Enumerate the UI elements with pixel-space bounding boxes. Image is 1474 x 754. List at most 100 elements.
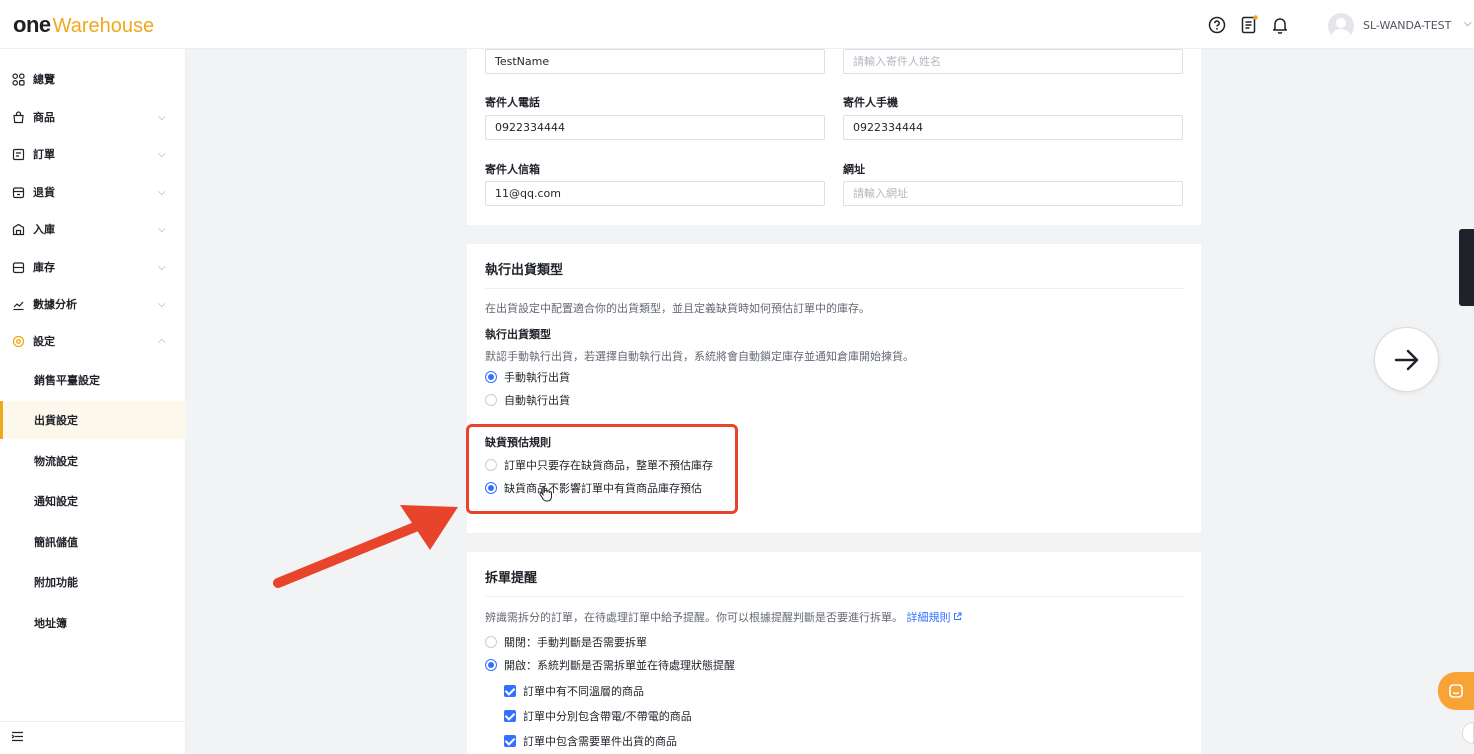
return-icon: [11, 185, 25, 199]
sender-phone-input[interactable]: 0922334444: [485, 115, 825, 140]
sidebar-subitem-label: 物流設定: [34, 455, 78, 468]
sidebar-subitem-logistics[interactable]: 物流設定: [0, 442, 186, 480]
sidebar-footer: [0, 721, 186, 754]
sidebar-item-orders[interactable]: 訂單 ⌵: [0, 136, 186, 172]
sender-email-input[interactable]: 11@qq.com: [485, 181, 825, 206]
hand-cursor-icon: [539, 486, 552, 502]
sidebar-item-products[interactable]: 商品 ⌵: [0, 99, 186, 135]
side-feedback-tab[interactable]: [1459, 229, 1474, 306]
sidebar-subitem-label: 通知設定: [34, 495, 78, 508]
website-input[interactable]: 請輸入網址: [843, 181, 1183, 206]
analytics-icon: [11, 297, 25, 311]
radio-split-off[interactable]: 關閉：手動判斷是否需要拆單: [485, 634, 647, 650]
radio-manual-shipping[interactable]: 手動執行出貨: [485, 369, 570, 385]
checkbox-temperature-zone[interactable]: 訂單中有不同溫層的商品: [504, 683, 644, 699]
chevron-up-icon: ⌵: [158, 335, 166, 347]
card-divider: [485, 596, 1183, 597]
sidebar-subitem-label: 銷售平臺設定: [34, 374, 100, 387]
sidebar-item-label: 訂單: [33, 148, 55, 161]
bell-icon[interactable]: [1270, 15, 1290, 35]
rules-link[interactable]: 詳細規則: [907, 611, 951, 624]
inbound-icon: [11, 222, 25, 236]
sidebar-subitem-shipping-settings[interactable]: 出貨設定: [0, 401, 186, 439]
sidebar-item-label: 設定: [33, 335, 55, 348]
sidebar-subitem-address-book[interactable]: 地址簿: [0, 604, 186, 642]
sidebar-subitem-sales-platform[interactable]: 銷售平臺設定: [0, 361, 186, 399]
chevron-down-icon: ⌵: [158, 223, 166, 235]
inventory-icon: [11, 260, 25, 274]
radio-label: 關閉：手動判斷是否需要拆單: [504, 636, 647, 649]
radio-label: 自動執行出貨: [504, 394, 570, 407]
radio-split-on[interactable]: 開啟：系統判斷是否需拆單並在待處理狀態提醒: [485, 657, 735, 673]
sender-phone-label: 寄件人電話: [485, 96, 540, 109]
chevron-down-icon[interactable]: ⌵: [1464, 18, 1472, 29]
sidebar-subitem-label: 地址簿: [34, 617, 67, 630]
sidebar-item-label: 庫存: [33, 261, 55, 274]
radio-label: 手動執行出貨: [504, 371, 570, 384]
chat-button[interactable]: [1438, 672, 1474, 710]
radio-auto-shipping[interactable]: 自動執行出貨: [485, 392, 570, 408]
checkbox-box: [504, 735, 516, 747]
checkbox-single-item-shipping[interactable]: 訂單中包含需要單件出貨的商品: [504, 733, 677, 749]
checkbox-label: 訂單中有不同溫層的商品: [523, 685, 644, 698]
order-icon: [11, 147, 25, 161]
chevron-down-icon: ⌵: [158, 298, 166, 310]
radio-label: 開啟：系統判斷是否需拆單並在待處理狀態提醒: [504, 659, 735, 672]
dashboard-icon: [11, 72, 25, 86]
sidebar-item-inbound[interactable]: 入庫 ⌵: [0, 211, 186, 247]
radio-dot: [485, 394, 497, 406]
help-icon[interactable]: [1207, 15, 1227, 35]
sender-name-alt-input[interactable]: 請輸入寄件人姓名: [843, 49, 1183, 74]
sidebar-subitem-notifications[interactable]: 通知設定: [0, 482, 186, 520]
chat-icon: [1449, 684, 1463, 698]
sidebar-item-overview[interactable]: 總覽: [0, 61, 186, 97]
card-divider: [485, 288, 1183, 289]
top-header: one Warehouse SL-WANDA-TEST ⌵: [0, 0, 1474, 49]
checkbox-label: 訂單中包含需要單件出貨的商品: [523, 735, 677, 748]
card-description: 辨識需拆分的訂單，在待處理訂單中給予提醒。你可以根據提醒判斷是否要進行拆單。 詳…: [485, 609, 962, 625]
external-link-icon[interactable]: [953, 612, 962, 621]
sidebar-item-analytics[interactable]: 數據分析 ⌵: [0, 286, 186, 322]
chevron-down-icon: ⌵: [158, 186, 166, 198]
red-arrow-icon: [273, 505, 458, 588]
website-label: 網址: [843, 163, 865, 176]
sidebar-item-returns[interactable]: 退貨 ⌵: [0, 174, 186, 210]
next-arrow-button[interactable]: [1374, 327, 1439, 392]
shipping-type-label: 執行出貨類型: [485, 328, 551, 341]
chevron-down-icon: ⌵: [158, 261, 166, 273]
sidebar-item-inventory[interactable]: 庫存 ⌵: [0, 249, 186, 285]
product-bag-icon: [11, 110, 25, 124]
sidebar-subitem-label: 附加功能: [34, 576, 78, 589]
sidebar: 總覽 商品 ⌵ 訂單 ⌵ 退貨 ⌵ 入庫 ⌵ 庫存 ⌵ 數據分析 ⌵ 設定 ⌵ …: [0, 49, 186, 754]
clipboard-icon[interactable]: [1239, 15, 1259, 35]
checkbox-label: 訂單中分別包含帶電/不帶電的商品: [523, 710, 692, 723]
sidebar-item-label: 商品: [33, 111, 55, 124]
floating-badge[interactable]: [1462, 722, 1474, 744]
split-order-reminder-card: 拆單提醒 辨識需拆分的訂單，在待處理訂單中給予提醒。你可以根據提醒判斷是否要進行…: [467, 552, 1201, 754]
shipping-type-description: 默認手動執行出貨，若選擇自動執行出貨，系統將會自動鎖定庫存並通知倉庫開始揀貨。: [485, 350, 914, 363]
card-title: 拆單提醒: [485, 571, 538, 586]
chevron-down-icon: ⌵: [158, 111, 166, 123]
sender-name-input[interactable]: TestName: [485, 49, 825, 74]
sender-mobile-input[interactable]: 0922334444: [843, 115, 1183, 140]
radio-dot: [485, 659, 497, 671]
settings-icon: [11, 334, 25, 348]
sender-info-card: TestName 請輸入寄件人姓名 寄件人電話 寄件人手機 0922334444…: [467, 49, 1201, 225]
sidebar-item-label: 總覽: [33, 73, 55, 86]
sender-mobile-label: 寄件人手機: [843, 96, 898, 109]
logo-one-text: one: [13, 12, 51, 37]
sidebar-item-label: 退貨: [33, 186, 55, 199]
checkbox-battery-items[interactable]: 訂單中分別包含帶電/不帶電的商品: [504, 708, 692, 724]
sidebar-subitem-addons[interactable]: 附加功能: [0, 563, 186, 601]
card-description: 在出貨設定中配置適合你的出貨類型，並且定義缺貨時如何預估訂單中的庫存。: [485, 302, 870, 315]
collapse-menu-icon[interactable]: [11, 730, 24, 746]
highlight-box: [466, 424, 738, 514]
app-logo[interactable]: one Warehouse: [13, 12, 154, 38]
avatar[interactable]: [1328, 13, 1354, 39]
sidebar-subitem-sms-credit[interactable]: 簡訊儲值: [0, 523, 186, 561]
sidebar-item-settings[interactable]: 設定 ⌵: [0, 323, 186, 359]
sender-email-label: 寄件人信箱: [485, 163, 540, 176]
arrow-right-icon: [1394, 349, 1418, 370]
user-name[interactable]: SL-WANDA-TEST: [1363, 19, 1451, 32]
card-title: 執行出貨類型: [485, 263, 564, 278]
